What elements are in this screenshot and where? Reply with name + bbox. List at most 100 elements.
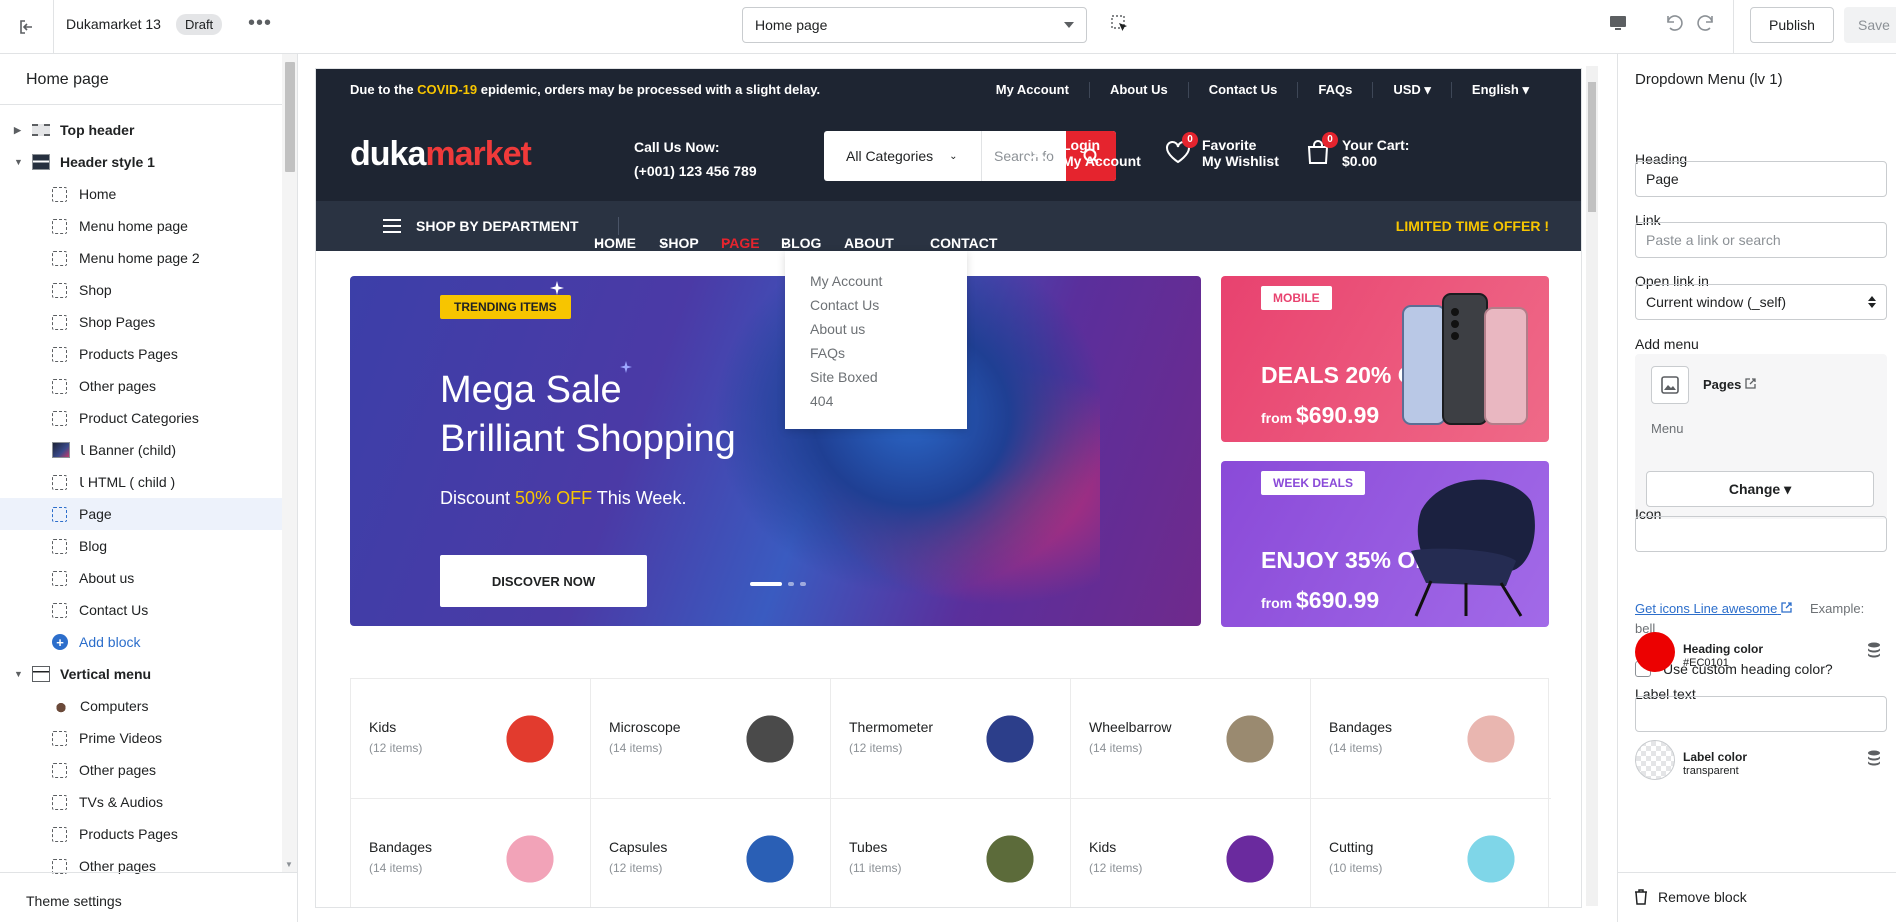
search-category-select[interactable]: All Categories ⌄	[824, 131, 982, 181]
heading-color-swatch[interactable]	[1635, 632, 1675, 672]
sidebar-scrollbar[interactable]	[282, 54, 297, 872]
remove-block-button[interactable]: Remove block	[1634, 889, 1747, 905]
sidebar-item-home[interactable]: Home	[0, 178, 282, 210]
sidebar-item-page[interactable]: Page	[0, 498, 282, 530]
exit-button[interactable]	[0, 0, 54, 54]
limited-offer-link[interactable]: LIMITED TIME OFFER !	[1396, 218, 1549, 234]
save-button[interactable]: Save	[1844, 7, 1896, 43]
category-item[interactable]: Thermometer (12 items)	[831, 679, 1071, 799]
top-link-my-account[interactable]: My Account	[976, 82, 1089, 98]
category-image	[500, 829, 560, 889]
category-item[interactable]: Cutting (10 items)	[1311, 799, 1551, 907]
dropdown-item-site-boxed[interactable]: Site Boxed	[785, 369, 967, 393]
shop-by-department-button[interactable]: SHOP BY DEPARTMENT	[382, 218, 579, 234]
sidebar-item-html-child[interactable]: Ꙇ HTML ( child )	[0, 466, 282, 498]
category-item[interactable]: Kids (12 items)	[1071, 799, 1311, 907]
cart-icon-wrap: 0	[1304, 131, 1338, 169]
slider-dot-active[interactable]	[750, 582, 782, 586]
sidebar-scrollbar-thumb[interactable]	[285, 62, 295, 172]
category-item[interactable]: Microscope (14 items)	[591, 679, 831, 799]
undo-button[interactable]	[1662, 12, 1684, 37]
category-item[interactable]: Tubes (11 items)	[831, 799, 1071, 907]
get-icons-link[interactable]: Get icons Line awesome	[1635, 601, 1792, 616]
top-link-usd[interactable]: USD ▾	[1372, 82, 1451, 98]
sidebar-item-label: Shop Pages	[79, 314, 156, 330]
link-input[interactable]: Paste a link or search	[1635, 222, 1887, 258]
slider-dot[interactable]	[788, 582, 794, 586]
sidebar-item-other-pages[interactable]: Other pages	[0, 754, 282, 786]
label-text-input[interactable]	[1635, 696, 1887, 732]
sidebar-item-shop[interactable]: Shop	[0, 274, 282, 306]
icon-input[interactable]	[1635, 516, 1887, 552]
sidebar-item-tvs-audios[interactable]: TVs & Audios	[0, 786, 282, 818]
promo-banner-week-deals[interactable]: WEEK DEALS ENJOY 35% OFF from $690.99	[1221, 461, 1549, 627]
storefront-preview: Due to the COVID-19 epidemic, orders may…	[315, 68, 1582, 908]
chevron-right-icon[interactable]: ▶	[14, 125, 26, 136]
dropdown-item-about-us[interactable]: About us	[785, 321, 967, 345]
category-item[interactable]: Wheelbarrow (14 items)	[1071, 679, 1311, 799]
sidebar-item-other-pages[interactable]: Other pages	[0, 370, 282, 402]
menu-name-link[interactable]: Pages	[1703, 377, 1756, 392]
preview-scrollbar-thumb[interactable]	[1588, 82, 1596, 212]
cart-link[interactable]: 0 Your Cart: $0.00	[1304, 131, 1409, 169]
open-link-select[interactable]: Current window (_self)	[1635, 284, 1887, 320]
dropdown-item-faqs[interactable]: FAQs	[785, 345, 967, 369]
heading-input[interactable]: Page	[1635, 161, 1887, 197]
top-link-faqs[interactable]: FAQs	[1297, 82, 1372, 98]
category-item[interactable]: Bandages (14 items)	[1311, 679, 1551, 799]
change-menu-button[interactable]: Change ▾	[1646, 471, 1874, 507]
category-count: (14 items)	[609, 741, 663, 755]
sidebar-item-products-pages[interactable]: Products Pages	[0, 338, 282, 370]
publish-button[interactable]: Publish	[1750, 7, 1834, 43]
dropdown-item-404[interactable]: 404	[785, 393, 967, 417]
device-toggle-button[interactable]	[1608, 14, 1628, 35]
theme-settings-link[interactable]: Theme settings	[0, 872, 297, 922]
sidebar-item-vertical-menu[interactable]: ▼ Vertical menu	[0, 658, 282, 690]
chevron-down-icon[interactable]: ▼	[14, 157, 26, 167]
sidebar-item-computers[interactable]: Computers	[0, 690, 282, 722]
category-image	[1220, 709, 1280, 769]
dynamic-source-button[interactable]	[1867, 642, 1881, 663]
sidebar-item-menu-home-page[interactable]: Menu home page	[0, 210, 282, 242]
category-item[interactable]: Bandages (14 items)	[351, 799, 591, 907]
sidebar-item-menu-home-page-2[interactable]: Menu home page 2	[0, 242, 282, 274]
sidebar-item-product-categories[interactable]: Product Categories	[0, 402, 282, 434]
slider-dot[interactable]	[800, 582, 806, 586]
category-image	[1220, 829, 1280, 889]
sidebar-item-about-us[interactable]: About us	[0, 562, 282, 594]
wishlist-link[interactable]: 0 Favorite My Wishlist	[1164, 131, 1279, 169]
scroll-down-arrow-icon[interactable]: ▼	[285, 860, 293, 869]
store-name: Dukamarket 13	[66, 16, 161, 32]
sidebar-item-header-style-1[interactable]: ▼ Header style 1	[0, 146, 282, 178]
more-actions-button[interactable]: •••	[248, 12, 272, 35]
sidebar-item-contact-us[interactable]: Contact Us	[0, 594, 282, 626]
promo-from: from	[1261, 410, 1293, 426]
discover-now-button[interactable]: DISCOVER NOW	[440, 555, 647, 607]
dropdown-item-contact-us[interactable]: Contact Us	[785, 297, 967, 321]
category-count: (12 items)	[609, 861, 663, 875]
inspector-button[interactable]	[1110, 14, 1130, 37]
dynamic-source-button[interactable]	[1867, 750, 1881, 771]
label-color-swatch[interactable]	[1635, 740, 1675, 780]
redo-button[interactable]	[1696, 12, 1718, 37]
top-link-contact-us[interactable]: Contact Us	[1187, 82, 1298, 98]
account-link[interactable]: Login My Account	[1024, 137, 1141, 169]
site-logo[interactable]: dukamarket	[350, 135, 532, 174]
sidebar-item-products-pages[interactable]: Products Pages	[0, 818, 282, 850]
category-item[interactable]: Capsules (12 items)	[591, 799, 831, 907]
top-link-about-us[interactable]: About Us	[1088, 82, 1188, 98]
dropdown-item-my-account[interactable]: My Account	[785, 273, 967, 297]
sidebar-item-prime-videos[interactable]: Prime Videos	[0, 722, 282, 754]
wishlist-label: My Wishlist	[1202, 153, 1279, 169]
top-link-english[interactable]: English ▾	[1450, 82, 1549, 98]
sidebar-item-shop-pages[interactable]: Shop Pages	[0, 306, 282, 338]
sidebar-item-top-header[interactable]: ▶ Top header	[0, 114, 282, 146]
page-selector[interactable]: Home page	[742, 7, 1087, 43]
chevron-down-icon[interactable]: ▼	[14, 669, 26, 679]
promo-banner-mobile[interactable]: MOBILE DEALS 20% OFF from $690.99	[1221, 276, 1549, 442]
sidebar-item-add-block[interactable]: + Add block	[0, 626, 282, 658]
sidebar-item-banner-child[interactable]: Ꙇ Banner (child)	[0, 434, 282, 466]
sidebar-item-blog[interactable]: Blog	[0, 530, 282, 562]
category-item[interactable]: Kids (12 items)	[351, 679, 591, 799]
category-count: (14 items)	[1329, 741, 1383, 755]
